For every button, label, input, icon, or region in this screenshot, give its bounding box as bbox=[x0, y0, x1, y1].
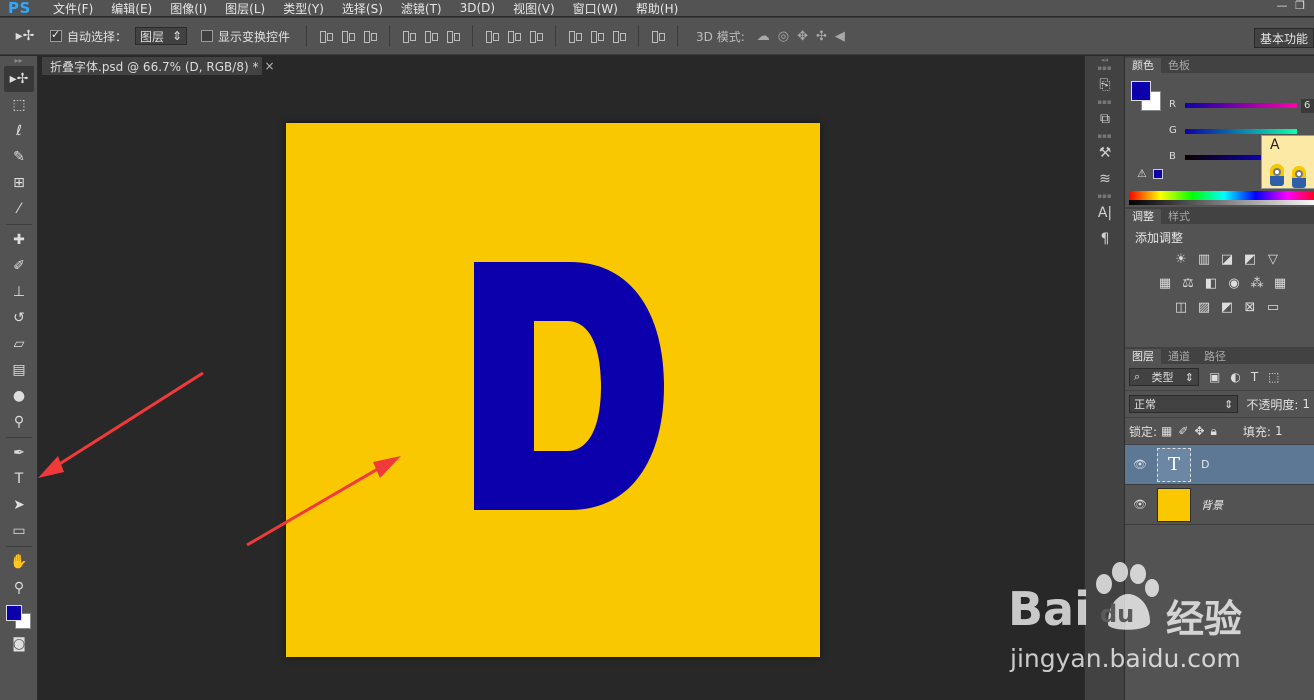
gradient-map-icon[interactable]: ▭ bbox=[1265, 300, 1281, 316]
text-layer-thumbnail-icon: T bbox=[1157, 447, 1191, 482]
lock-all-icon[interactable]: 🔒︎ bbox=[1211, 424, 1217, 439]
tab-swatches[interactable]: 色板 bbox=[1161, 58, 1197, 73]
tab-paths[interactable]: 路径 bbox=[1197, 349, 1233, 364]
watermark-url: jingyan.baidu.com bbox=[1010, 644, 1241, 673]
color-panel: R 6 G B ⚠ A bbox=[1125, 73, 1314, 207]
levels-icon[interactable]: ▥ bbox=[1196, 252, 1212, 268]
adjustments-panel: 添加调整 ☀ ▥ ◪ ◩ ▽ ▦ ⚖ ◧ ◉ ⁂ ▦ ◫ ▨ ◩ ⊠ ▭ bbox=[1125, 224, 1314, 347]
vibrance-icon[interactable]: ▽ bbox=[1265, 252, 1281, 268]
red-value-field[interactable]: 6 bbox=[1301, 99, 1314, 113]
background-layer-thumbnail bbox=[1157, 487, 1191, 522]
opacity-value[interactable]: 1 bbox=[1302, 397, 1310, 411]
color-spectrum[interactable] bbox=[1129, 191, 1314, 205]
lock-position-icon[interactable]: ✥ bbox=[1194, 424, 1204, 438]
channel-mixer-icon[interactable]: ⁂ bbox=[1249, 276, 1265, 292]
posterize-icon[interactable]: ▨ bbox=[1196, 300, 1212, 316]
exposure-icon[interactable]: ◩ bbox=[1242, 252, 1258, 268]
brightness-icon[interactable]: ☀ bbox=[1173, 252, 1189, 268]
baidu-watermark: Bai du 经验 jingyan.baidu.com bbox=[1008, 562, 1314, 700]
blend-opacity-row: 正常 ⇕ 不透明度: 1 bbox=[1125, 391, 1314, 418]
layer-filter-label: 类型 bbox=[1151, 371, 1174, 384]
channel-b-label: B bbox=[1169, 151, 1176, 162]
dock-grip[interactable]: ◂◂ bbox=[1085, 56, 1124, 64]
layer-name[interactable]: D bbox=[1201, 458, 1209, 471]
visibility-eye-icon[interactable]: 👁︎ bbox=[1125, 458, 1155, 471]
color-balance-icon[interactable]: ⚖ bbox=[1180, 276, 1196, 292]
channel-g-label: G bbox=[1169, 125, 1177, 136]
dock-grip[interactable]: ▪▪▪ bbox=[1085, 192, 1124, 200]
lock-pixels-icon[interactable]: ✐ bbox=[1178, 424, 1188, 438]
arrow-to-type-tool bbox=[38, 371, 204, 478]
brush-panel-icon[interactable]: ≋ bbox=[1085, 166, 1125, 192]
lock-fill-row: 锁定: ▦ ✐ ✥ 🔒︎ 填充: 1 bbox=[1125, 418, 1314, 445]
filter-shape-icon[interactable]: ⬚ bbox=[1268, 370, 1279, 384]
brush-presets-icon[interactable]: ⚒ bbox=[1085, 140, 1125, 166]
visibility-eye-icon[interactable]: 👁︎ bbox=[1125, 498, 1155, 511]
black-white-icon[interactable]: ◧ bbox=[1203, 276, 1219, 292]
paragraph-panel-icon[interactable]: ¶ bbox=[1085, 226, 1125, 252]
dock-grip[interactable]: ▪▪▪ bbox=[1085, 98, 1124, 106]
blend-mode-value: 正常 bbox=[1134, 398, 1156, 411]
photo-filter-icon[interactable]: ◉ bbox=[1226, 276, 1242, 292]
layer-filter-row: ⌕ 类型 ⇕ ▣ ◐ T ⬚ bbox=[1125, 364, 1314, 391]
tab-adjustments[interactable]: 调整 bbox=[1125, 209, 1161, 224]
tab-styles[interactable]: 样式 bbox=[1161, 209, 1197, 224]
watermark-cn: 经验 bbox=[1166, 597, 1243, 641]
sticker-thumbnail: A bbox=[1261, 135, 1314, 189]
fill-value[interactable]: 1 bbox=[1275, 424, 1283, 438]
layer-row-text[interactable]: 👁︎ T D bbox=[1125, 445, 1314, 485]
adjustment-row: ▦ ⚖ ◧ ◉ ⁂ ▦ bbox=[1125, 276, 1314, 292]
gamut-warning-icon[interactable]: ⚠ bbox=[1137, 167, 1147, 180]
filter-adjustment-icon[interactable]: ◐ bbox=[1230, 370, 1240, 384]
add-adjustment-title: 添加调整 bbox=[1135, 231, 1184, 245]
blend-mode-dropdown[interactable]: 正常 ⇕ bbox=[1129, 395, 1239, 413]
layer-row-background[interactable]: 👁︎ 背景 bbox=[1125, 485, 1314, 525]
layers-panel: ⌕ 类型 ⇕ ▣ ◐ T ⬚ 正常 ⇕ 不透明度: 1 锁定: ▦ ✐ ✥ 🔒︎… bbox=[1125, 364, 1314, 525]
history-panel-icon[interactable]: ⎘ bbox=[1085, 72, 1125, 98]
tab-layers[interactable]: 图层 bbox=[1125, 349, 1161, 364]
threshold-icon[interactable]: ◩ bbox=[1219, 300, 1235, 316]
foreground-color-swatch[interactable] bbox=[6, 605, 22, 621]
minion-figure bbox=[1292, 166, 1306, 188]
arrow-to-canvas bbox=[246, 456, 401, 547]
channel-r-label: R bbox=[1169, 99, 1176, 110]
red-slider[interactable] bbox=[1185, 103, 1297, 108]
gamut-swatch[interactable] bbox=[1153, 169, 1163, 179]
lock-transparent-icon[interactable]: ▦ bbox=[1161, 424, 1172, 438]
chevron-updown-icon: ⇕ bbox=[1184, 370, 1194, 384]
curves-icon[interactable]: ◪ bbox=[1219, 252, 1235, 268]
adjustments-panel-tabs: 调整 样式 bbox=[1125, 207, 1314, 224]
adjustment-row: ◫ ▨ ◩ ⊠ ▭ bbox=[1125, 300, 1314, 316]
filter-pixel-icon[interactable]: ▣ bbox=[1209, 370, 1220, 384]
layers-panel-tabs: 图层 通道 路径 bbox=[1125, 347, 1314, 364]
3d-panel-icon[interactable]: ⧉ bbox=[1085, 106, 1125, 132]
adjustment-row: ☀ ▥ ◪ ◩ ▽ bbox=[1125, 252, 1314, 268]
tab-channels[interactable]: 通道 bbox=[1161, 349, 1197, 364]
invert-icon[interactable]: ◫ bbox=[1173, 300, 1189, 316]
color-lookup-icon[interactable]: ▦ bbox=[1272, 276, 1288, 292]
tab-color[interactable]: 颜色 bbox=[1125, 58, 1161, 73]
color-panel-tabs: 颜色 色板 bbox=[1125, 56, 1314, 73]
filter-type-icon[interactable]: T bbox=[1251, 370, 1258, 384]
layer-name[interactable]: 背景 bbox=[1201, 497, 1223, 513]
filter-search-icon: ⌕ bbox=[1134, 370, 1141, 383]
green-slider[interactable] bbox=[1185, 129, 1297, 134]
thumbnail-letter: A bbox=[1270, 137, 1280, 153]
opacity-label: 不透明度: bbox=[1246, 397, 1299, 412]
panel-foreground-swatch[interactable] bbox=[1131, 81, 1151, 101]
layer-filter-dropdown[interactable]: ⌕ 类型 ⇕ bbox=[1129, 368, 1199, 386]
hue-saturation-icon[interactable]: ▦ bbox=[1157, 276, 1173, 292]
character-panel-icon[interactable]: A| bbox=[1085, 200, 1125, 226]
minion-figure bbox=[1270, 164, 1284, 186]
selective-color-icon[interactable]: ⊠ bbox=[1242, 300, 1258, 316]
dock-grip[interactable]: ▪▪▪ bbox=[1085, 64, 1124, 72]
dock-grip[interactable]: ▪▪▪ bbox=[1085, 132, 1124, 140]
lock-label: 锁定: bbox=[1129, 424, 1158, 439]
watermark-brand-suffix: du bbox=[1100, 600, 1135, 628]
fill-label: 填充: bbox=[1242, 424, 1271, 439]
watermark-brand: Bai bbox=[1008, 582, 1090, 636]
chevron-updown-icon: ⇕ bbox=[1224, 397, 1234, 411]
